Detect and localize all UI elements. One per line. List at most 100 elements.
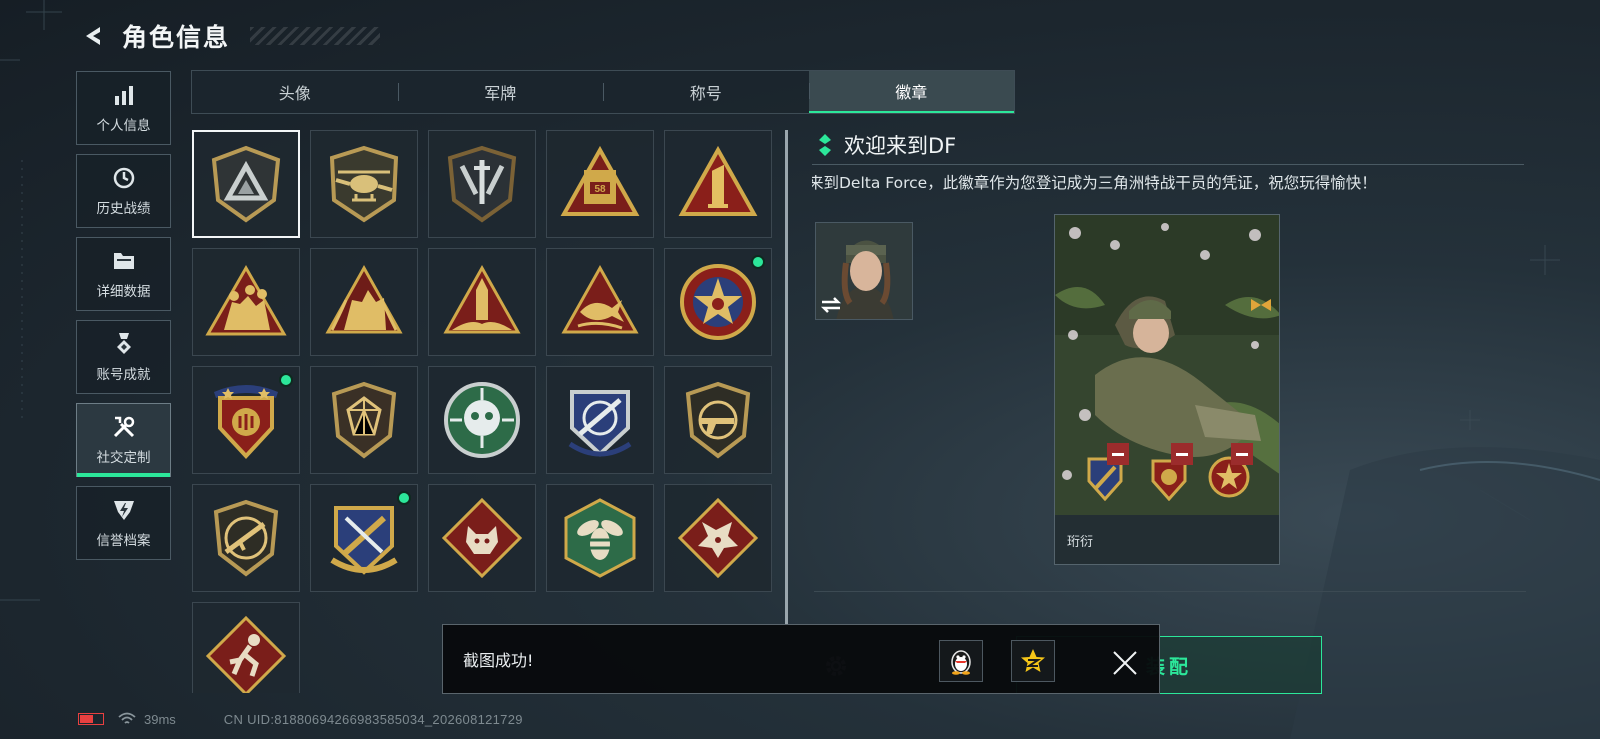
badge-cell-wolf-diamond[interactable] bbox=[428, 484, 536, 592]
badge-cell-missile-triangle[interactable] bbox=[428, 248, 536, 356]
avatar[interactable] bbox=[815, 222, 913, 320]
pistol-shield-badge-icon bbox=[685, 381, 751, 459]
remove-badge-2-button[interactable] bbox=[1171, 443, 1193, 465]
squad-wreath-badge-icon bbox=[325, 264, 403, 334]
badge-cell-gem-shield[interactable] bbox=[310, 366, 418, 474]
badge-cell-s8-truck[interactable]: 58 bbox=[546, 130, 654, 238]
qzone-star-icon bbox=[1021, 649, 1045, 672]
back-button[interactable] bbox=[78, 21, 108, 51]
badge-cell-helicopter[interactable] bbox=[310, 130, 418, 238]
skull-crosshair-badge-icon bbox=[444, 382, 520, 458]
close-icon[interactable] bbox=[1110, 648, 1140, 678]
character-card: 珩衍 bbox=[1054, 214, 1280, 565]
page-title: 角色信息 bbox=[122, 23, 231, 52]
wifi-icon bbox=[118, 712, 136, 724]
badge-description-container: 来到Delta Force，此徽章作为您登记成为三角洲特战干员的凭证，祝您玩得愉… bbox=[812, 171, 1512, 195]
badge-title: 欢迎来到DF bbox=[844, 134, 957, 158]
nav-item-achievements[interactable]: 账号成就 bbox=[76, 320, 171, 394]
badge-cell-delta-shield[interactable] bbox=[192, 130, 300, 238]
tab-dogtag[interactable]: 军牌 bbox=[397, 71, 604, 113]
qq-penguin-icon bbox=[951, 650, 971, 675]
bar-chart-icon bbox=[112, 83, 136, 107]
clock-icon bbox=[112, 166, 136, 190]
badge-cell-rifle-circle[interactable] bbox=[192, 484, 300, 592]
share-qzone-button[interactable] bbox=[1011, 640, 1055, 682]
share-qq-button[interactable] bbox=[939, 640, 983, 682]
remove-badge-3-button[interactable] bbox=[1231, 443, 1253, 465]
soldiers-triangle-badge-icon bbox=[205, 264, 287, 336]
toast-message: 截图成功! bbox=[463, 651, 534, 670]
nav-label: 信誉档案 bbox=[96, 532, 151, 549]
badge-description: 来到Delta Force，此徽章作为您登记成为三角洲特战干员的凭证，祝您玩得愉… bbox=[812, 174, 1377, 192]
badge-cell-dragon-diamond[interactable] bbox=[664, 484, 772, 592]
nav-item-personal-info[interactable]: 个人信息 bbox=[76, 71, 171, 145]
page-header: 角色信息 bbox=[78, 16, 381, 56]
s8-truck-badge-icon: 58 bbox=[560, 145, 640, 216]
dragon-diamond-badge-icon bbox=[677, 497, 759, 579]
screenshot-toast: 截图成功! bbox=[442, 624, 1160, 694]
swap-icon bbox=[820, 297, 842, 313]
badge-cell-dagger-shield[interactable] bbox=[428, 130, 536, 238]
back-arrow-icon bbox=[86, 27, 100, 45]
medal-icon bbox=[112, 332, 136, 356]
nav-label: 历史战绩 bbox=[96, 200, 151, 217]
detail-header: 欢迎来到DF bbox=[818, 130, 956, 160]
tools-icon bbox=[112, 415, 136, 439]
nav-label: 账号成就 bbox=[96, 366, 151, 383]
tab-badge[interactable]: 徽章 bbox=[808, 71, 1014, 113]
badge-cell-rifle-crosshair[interactable] bbox=[546, 366, 654, 474]
badge-cell-number-one[interactable] bbox=[664, 130, 772, 238]
new-indicator bbox=[751, 255, 765, 269]
nav-label: 社交定制 bbox=[96, 449, 151, 466]
rifle-circle-badge-icon bbox=[213, 499, 279, 577]
badge-cell-crest-stars[interactable] bbox=[192, 366, 300, 474]
crest-stars-badge-icon bbox=[214, 385, 278, 459]
divider bbox=[812, 164, 1524, 165]
runner-diamond-badge-icon bbox=[205, 615, 287, 693]
nav-label: 个人信息 bbox=[96, 117, 151, 134]
shield-bolt-icon bbox=[112, 498, 136, 522]
remove-badge-1-button[interactable] bbox=[1107, 443, 1129, 465]
new-indicator bbox=[397, 491, 411, 505]
side-nav: 个人信息 历史战绩 详细数据 账号成就 社交定制 信誉档案 bbox=[76, 71, 171, 569]
character-name: 珩衍 bbox=[1067, 535, 1094, 550]
status-bar: 39ms CN UID:8188069426698358503​4_202608… bbox=[78, 709, 523, 729]
fish-triangle-badge-icon bbox=[561, 264, 639, 334]
badge-cell-pen-rifle[interactable] bbox=[310, 484, 418, 592]
badge-cell-fish-triangle[interactable] bbox=[546, 248, 654, 356]
nav-label: 详细数据 bbox=[96, 283, 151, 300]
ping-value: 39ms bbox=[144, 711, 176, 727]
svg-text:58: 58 bbox=[594, 184, 606, 195]
divider bbox=[814, 591, 1526, 592]
tab-title[interactable]: 称号 bbox=[603, 71, 809, 113]
tab-avatar[interactable]: 头像 bbox=[192, 71, 398, 113]
badge-grid: 58 bbox=[192, 130, 772, 693]
missile-triangle-badge-icon bbox=[443, 264, 521, 334]
nav-item-detailed-data[interactable]: 详细数据 bbox=[76, 237, 171, 311]
number-one-badge-icon bbox=[678, 145, 758, 216]
rifle-crosshair-badge-icon bbox=[568, 390, 632, 457]
badge-cell-pistol-shield[interactable] bbox=[664, 366, 772, 474]
nav-item-history[interactable]: 历史战绩 bbox=[76, 154, 171, 228]
badge-cell-star-seal[interactable] bbox=[664, 248, 772, 356]
nav-item-reputation[interactable]: 信誉档案 bbox=[76, 486, 171, 560]
helicopter-badge-icon bbox=[329, 145, 399, 223]
delta-shield-badge-icon bbox=[211, 145, 281, 223]
badge-cell-bee-hexagon[interactable] bbox=[546, 484, 654, 592]
pen-rifle-badge-icon bbox=[330, 506, 398, 575]
folder-icon bbox=[112, 249, 136, 273]
nav-item-social-custom[interactable]: 社交定制 bbox=[76, 403, 171, 477]
badge-cell-squad-wreath[interactable] bbox=[310, 248, 418, 356]
user-uid: CN UID:8188069426698358503​4_20260812172… bbox=[223, 711, 523, 727]
battery-icon bbox=[78, 713, 104, 725]
star-seal-badge-icon bbox=[680, 264, 756, 340]
grid-scrollbar[interactable] bbox=[785, 130, 788, 625]
new-indicator bbox=[279, 373, 293, 387]
bee-hexagon-badge-icon bbox=[564, 498, 636, 578]
wolf-diamond-badge-icon bbox=[441, 497, 523, 579]
dagger-shield-badge-icon bbox=[447, 145, 517, 223]
card-footer: 珩衍 bbox=[1055, 515, 1279, 564]
badge-cell-skull-crosshair[interactable] bbox=[428, 366, 536, 474]
badge-cell-soldiers-triangle[interactable] bbox=[192, 248, 300, 356]
badge-cell-runner-diamond[interactable] bbox=[192, 602, 300, 693]
